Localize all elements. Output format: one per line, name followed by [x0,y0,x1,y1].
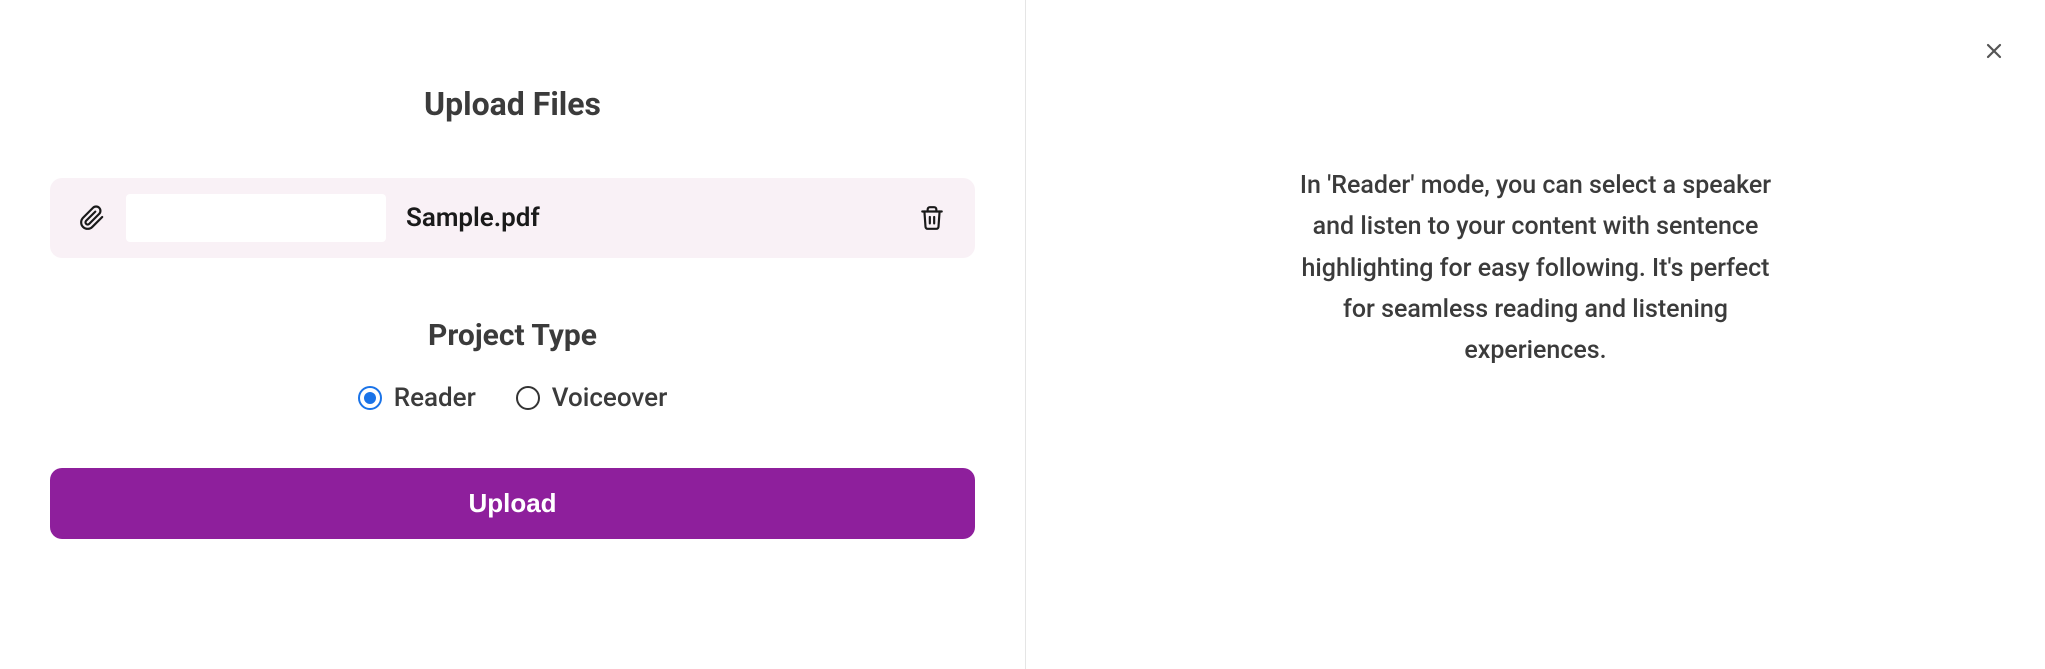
radio-icon [516,386,540,410]
delete-file-button[interactable] [917,203,947,233]
radio-reader[interactable]: Reader [358,383,476,413]
project-type-radio-group: Reader Voiceover [358,383,668,413]
radio-label-voiceover: Voiceover [552,383,668,413]
close-button[interactable] [1978,35,2010,67]
project-type-label: Project Type [428,318,597,353]
upload-button[interactable]: Upload [50,468,975,539]
radio-label-reader: Reader [394,383,476,413]
mode-description: In 'Reader' mode, you can select a speak… [1296,165,1776,371]
upload-panel: Upload Files Sample.pdf Project Type Rea… [0,0,1025,669]
attachment-icon [78,204,106,232]
file-name: Sample.pdf [406,203,897,233]
radio-icon [358,386,382,410]
page-title: Upload Files [424,85,601,123]
info-panel: In 'Reader' mode, you can select a speak… [1025,0,2045,669]
radio-voiceover[interactable]: Voiceover [516,383,668,413]
file-thumbnail [126,194,386,242]
file-row: Sample.pdf [50,178,975,258]
